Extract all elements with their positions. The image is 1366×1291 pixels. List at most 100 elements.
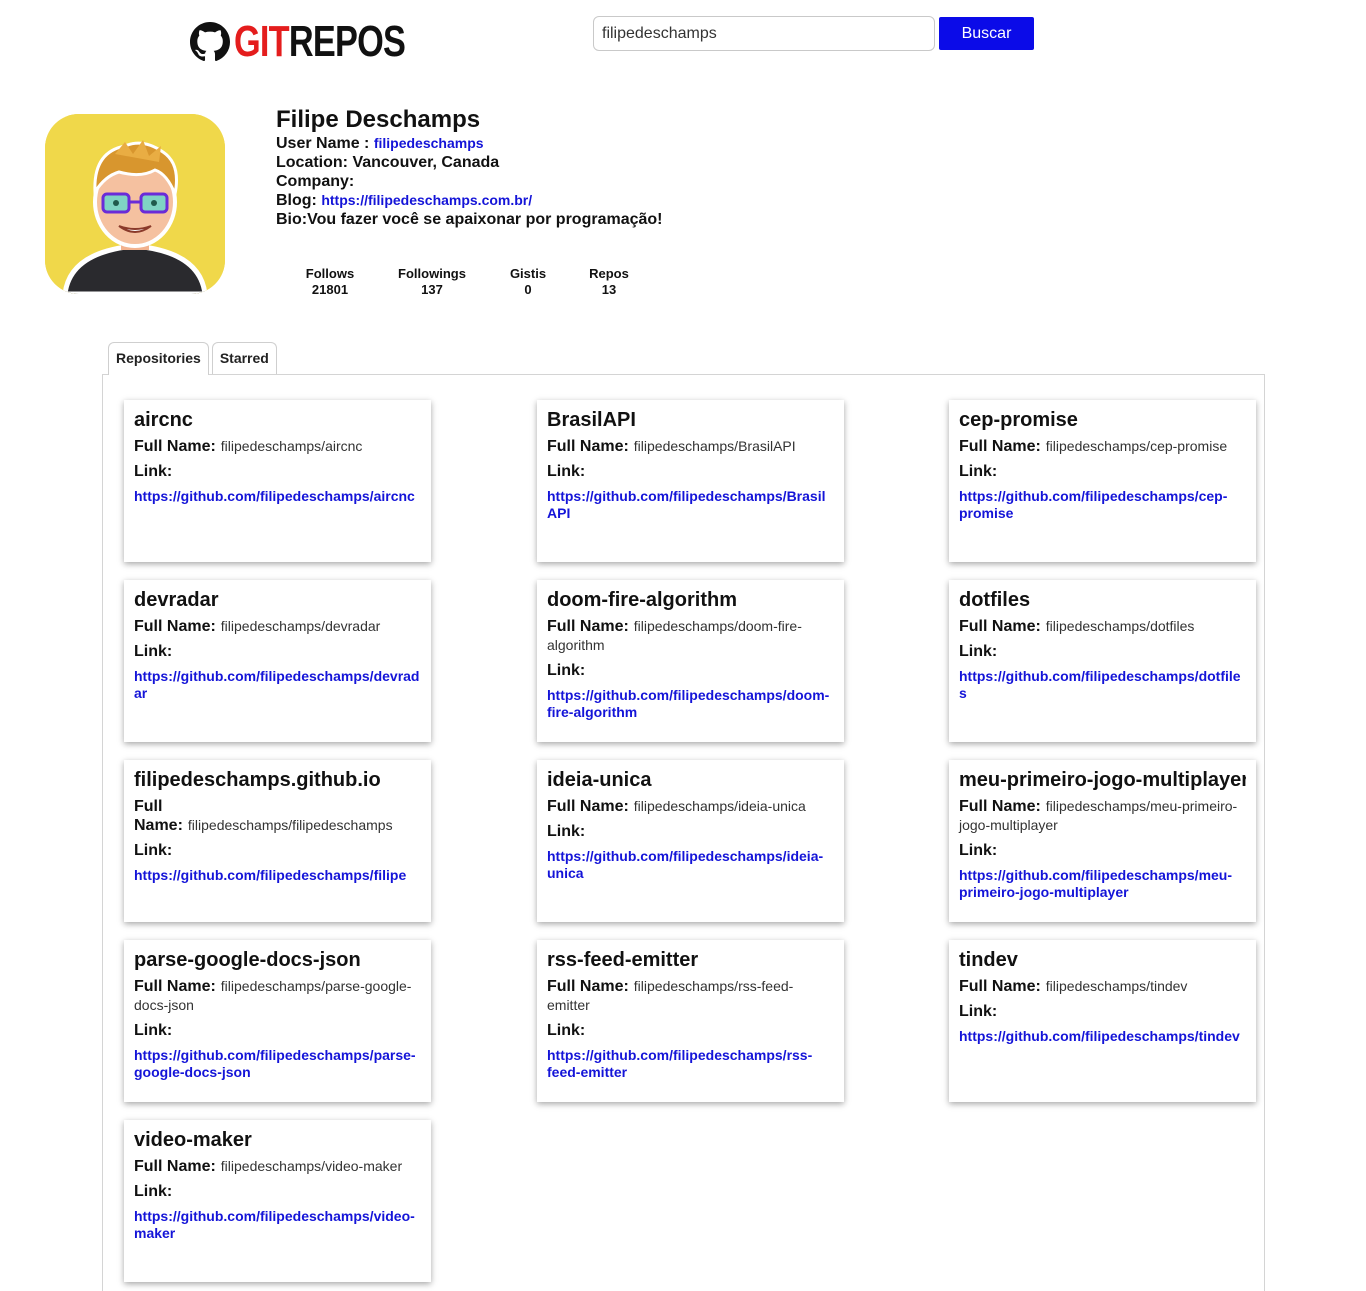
repo-link[interactable]: https://github.com/filipedeschamps/devra… xyxy=(134,668,421,702)
tab-starred[interactable]: Starred xyxy=(211,342,277,374)
full-name-label: Full Name: xyxy=(959,978,1041,995)
profile-name: Filipe Deschamps xyxy=(276,106,481,133)
location-value: Vancouver, Canada xyxy=(352,154,500,171)
username-link[interactable]: filipedeschamps xyxy=(374,135,484,151)
repo-card: meu-primeiro-jogo-multiplayer Full Name: f… xyxy=(949,760,1256,922)
logo-text: GITREPOS xyxy=(234,17,406,66)
repo-full-name: filipedeschamps/cep-promise xyxy=(1045,438,1228,454)
repo-name: devradar xyxy=(134,589,219,611)
repo-link[interactable]: https://github.com/filipedeschamps/aircn… xyxy=(134,488,421,505)
repo-name: filipedeschamps.github.io xyxy=(134,769,381,791)
search-button[interactable]: Buscar xyxy=(939,17,1034,50)
app-logo: GITREPOS xyxy=(190,18,453,66)
repo-name: meu-primeiro-jogo-multiplayer xyxy=(959,769,1246,791)
full-name-label: Full Name: xyxy=(134,1158,216,1175)
repo-full-name-row: Full Name: filipedeschamps/ideia-unica xyxy=(547,797,834,816)
repo-name: doom-fire-algorithm xyxy=(547,589,737,611)
repo-full-name-row: Full Name: filipedeschamps/rss-feed-emitt… xyxy=(547,977,834,1015)
company-row: Company: xyxy=(276,172,662,191)
link-label: Link: xyxy=(547,662,586,679)
repo-full-name-row: Full Name: filipedeschamps/doom-fire-algo… xyxy=(547,617,834,655)
repo-name: rss-feed-emitter xyxy=(547,949,699,971)
repo-name: aircnc xyxy=(134,409,193,431)
location-label: Location: xyxy=(276,154,353,171)
link-label: Link: xyxy=(959,463,998,480)
repo-card: BrasilAPI Full Name: filipedeschamps/Brasi… xyxy=(537,400,844,562)
repo-name: BrasilAPI xyxy=(547,409,636,431)
repo-link[interactable]: https://github.com/filipedeschamps/Brasi… xyxy=(547,488,834,522)
repo-full-name: filipedeschamps/BrasilAPI xyxy=(633,438,796,454)
stat-repos: Repos 13 xyxy=(587,266,631,298)
repo-full-name-row: Full Name: filipedeschamps/dotfiles xyxy=(959,617,1246,636)
repo-link[interactable]: https://github.com/filipedeschamps/ideia… xyxy=(547,848,834,882)
bio-value: Vou fazer você se apaixonar por programa… xyxy=(307,211,663,228)
repo-name: cep-promise xyxy=(959,409,1078,431)
link-label: Link: xyxy=(134,463,173,480)
blog-link[interactable]: https://filipedeschamps.com.br/ xyxy=(321,192,532,208)
repo-full-name-row: Full Name: filipedeschamps/video-maker xyxy=(134,1157,421,1176)
repo-full-name: filipedeschamps/dotfiles xyxy=(1045,618,1195,634)
repo-card: dotfiles Full Name: filipedeschamps/dotfil… xyxy=(949,580,1256,742)
repo-link[interactable]: https://github.com/filipedeschamps/filip… xyxy=(134,867,421,884)
stat-label: Follows xyxy=(305,266,355,281)
profile-info: Filipe Deschamps User Name : filipedesch… xyxy=(276,106,662,229)
stat-followings: Followings 137 xyxy=(396,266,468,298)
repo-link[interactable]: https://github.com/filipedeschamps/rss-f… xyxy=(547,1047,834,1081)
repo-full-name-row: Full Name: filipedeschamps/cep-promise xyxy=(959,437,1246,456)
repo-card: devradar Full Name: filipedeschamps/devrad… xyxy=(124,580,431,742)
repo-full-name: filipedeschamps/devradar xyxy=(220,618,381,634)
blog-row: Blog: https://filipedeschamps.com.br/ xyxy=(276,191,662,210)
logo-repos-text: REPOS xyxy=(288,17,406,66)
stat-value: 21801 xyxy=(311,282,349,297)
stat-gists: Gistis 0 xyxy=(506,266,550,298)
repo-name: video-maker xyxy=(134,1129,252,1151)
bio-row: Bio:Vou fazer você se apaixonar por prog… xyxy=(276,210,662,229)
repo-full-name-row: Full Name: filipedeschamps/filipedeschamp… xyxy=(134,797,421,835)
repo-link[interactable]: https://github.com/filipedeschamps/tinde… xyxy=(959,1028,1246,1045)
location-row: Location: Vancouver, Canada xyxy=(276,153,662,172)
link-label: Link: xyxy=(134,1022,173,1039)
repo-card: doom-fire-algorithm Full Name: filipedesch… xyxy=(537,580,844,742)
repo-link[interactable]: https://github.com/filipedeschamps/cep-p… xyxy=(959,488,1246,522)
link-label: Link: xyxy=(959,643,998,660)
repo-link[interactable]: https://github.com/filipedeschamps/parse… xyxy=(134,1047,421,1081)
repo-full-name: filipedeschamps/video-maker xyxy=(220,1158,403,1174)
repo-link[interactable]: https://github.com/filipedeschamps/doom-… xyxy=(547,687,834,721)
full-name-label: Full Name: xyxy=(959,438,1041,455)
repo-full-name-row: Full Name: filipedeschamps/meu-primeiro-j… xyxy=(959,797,1246,835)
repo-link[interactable]: https://github.com/filipedeschamps/dotfi… xyxy=(959,668,1246,702)
link-label: Link: xyxy=(959,1003,998,1020)
stat-label: Gistis xyxy=(509,266,547,281)
full-name-label: Full Name: xyxy=(959,618,1041,635)
link-label: Link: xyxy=(959,842,998,859)
repo-full-name-row: Full Name: filipedeschamps/BrasilAPI xyxy=(547,437,834,456)
repo-card: tindev Full Name: filipedeschamps/tindev Li… xyxy=(949,940,1256,1102)
repo-card: parse-google-docs-json Full Name: filipede… xyxy=(124,940,431,1102)
repo-name: parse-google-docs-json xyxy=(134,949,361,971)
repo-card: aircnc Full Name: filipedeschamps/aircnc Li… xyxy=(124,400,431,562)
tab-bar: Repositories Starred xyxy=(108,342,280,375)
repo-full-name-row: Full Name: filipedeschamps/aircnc xyxy=(134,437,421,456)
repo-full-name: filipedeschamps/tindev xyxy=(1045,978,1188,994)
stat-label: Followings xyxy=(398,266,466,281)
full-name-label: Full Name: xyxy=(547,618,629,635)
repo-link[interactable]: https://github.com/filipedeschamps/video… xyxy=(134,1208,421,1242)
link-label: Link: xyxy=(134,1183,173,1200)
stat-label: Repos xyxy=(589,266,629,281)
repo-link[interactable]: https://github.com/filipedeschamps/meu-p… xyxy=(959,867,1246,901)
blog-label: Blog: xyxy=(276,192,322,209)
link-label: Link: xyxy=(134,842,173,859)
repo-full-name: filipedeschamps/ideia-unica xyxy=(633,798,806,814)
tab-repositories[interactable]: Repositories xyxy=(108,342,209,375)
github-icon xyxy=(190,22,230,62)
full-name-label: Full Name: xyxy=(134,798,183,834)
username-row: User Name : filipedeschamps xyxy=(276,134,662,153)
repo-card: filipedeschamps.github.io Full Name: filip… xyxy=(124,760,431,922)
search-input[interactable] xyxy=(593,16,935,51)
repo-card: cep-promise Full Name: filipedeschamps/cep… xyxy=(949,400,1256,562)
repo-full-name-row: Full Name: filipedeschamps/tindev xyxy=(959,977,1246,996)
bio-label: Bio: xyxy=(276,211,308,228)
stat-value: 13 xyxy=(601,282,617,297)
repo-card: rss-feed-emitter Full Name: filipedeschamp… xyxy=(537,940,844,1102)
stat-follows: Follows 21801 xyxy=(305,266,355,298)
